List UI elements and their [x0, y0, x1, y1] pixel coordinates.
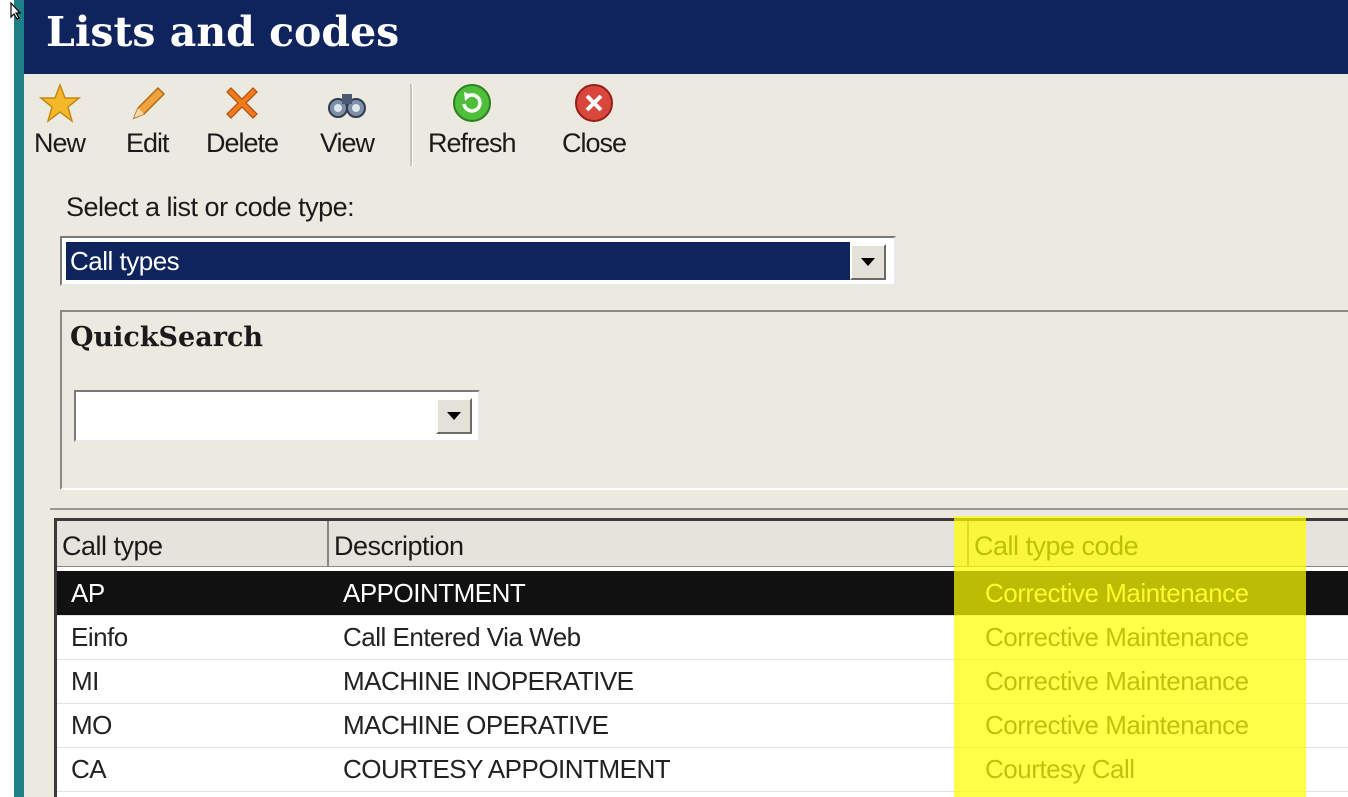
call-type-code-cell: Corrective Maintenance — [985, 666, 1249, 696]
toolbar: New Edit Delete View Refresh Close — [24, 74, 1348, 174]
call-type-cell: Einfo — [71, 622, 128, 652]
description-cell: Call Entered Via Web — [343, 622, 581, 652]
quicksearch-panel: QuickSearch — [60, 310, 1348, 490]
description-cell: APPOINTMENT — [343, 578, 526, 608]
star-icon — [38, 82, 81, 123]
mouse-cursor-icon — [10, 2, 22, 20]
call-type-code-cell: Corrective Maintenance — [985, 578, 1249, 608]
desktop-edge — [0, 0, 14, 797]
view-label: View — [320, 128, 375, 158]
edit-label: Edit — [126, 128, 170, 158]
column-header-call-type[interactable]: Call type — [57, 521, 329, 567]
close-button[interactable]: Close — [562, 82, 627, 170]
list-type-dropdown[interactable]: Call types — [60, 236, 896, 286]
table-row[interactable]: MI MACHINE INOPERATIVE Corrective Mainte… — [57, 659, 1348, 704]
close-label: Close — [562, 128, 627, 158]
call-type-cell: CA — [71, 754, 107, 784]
call-types-grid: Call type Description Call type code AP … — [54, 518, 1348, 797]
new-button[interactable]: New — [34, 82, 86, 170]
binoculars-icon — [328, 94, 367, 118]
refresh-button[interactable]: Refresh — [428, 82, 517, 170]
quicksearch-dropdown-button[interactable] — [436, 398, 472, 434]
table-row[interactable]: Einfo Call Entered Via Web Corrective Ma… — [57, 615, 1348, 660]
table-row[interactable]: CA COURTESY APPOINTMENT Courtesy Call — [57, 747, 1348, 792]
table-row[interactable]: AP APPOINTMENT Corrective Maintenance — [57, 571, 1348, 616]
column-header-description[interactable]: Description — [329, 521, 969, 567]
window-side-strip — [14, 0, 24, 797]
column-header-call-type-code[interactable]: Call type code — [969, 521, 1348, 567]
refresh-icon — [452, 84, 491, 122]
table-row[interactable]: MO MACHINE OPERATIVE Corrective Maintena… — [57, 703, 1348, 748]
list-type-label: Select a list or code type: — [66, 192, 355, 222]
window-title: Lists and codes — [46, 8, 400, 56]
list-type-value: Call types — [66, 242, 850, 280]
chevron-down-icon — [447, 412, 461, 420]
quicksearch-input[interactable] — [74, 390, 480, 442]
x-icon — [226, 87, 258, 119]
toolbar-separator — [410, 84, 413, 166]
view-button[interactable]: View — [320, 82, 375, 170]
grid-frame — [50, 508, 1348, 516]
title-bar[interactable]: Lists and codes — [24, 0, 1348, 74]
list-type-dropdown-button[interactable] — [850, 244, 886, 280]
refresh-label: Refresh — [428, 128, 517, 158]
call-type-code-cell: Corrective Maintenance — [985, 622, 1249, 652]
delete-button[interactable]: Delete — [206, 82, 279, 170]
call-type-cell: MI — [71, 666, 99, 696]
chevron-down-icon — [861, 258, 875, 266]
pencil-icon — [132, 86, 166, 120]
close-circle-icon — [575, 84, 614, 122]
call-type-code-cell: Corrective Maintenance — [985, 710, 1249, 740]
quicksearch-title: QuickSearch — [70, 322, 264, 353]
call-type-cell: AP — [71, 578, 105, 608]
edit-button[interactable]: Edit — [126, 82, 170, 170]
delete-label: Delete — [206, 128, 279, 158]
lists-and-codes-window: Lists and codes New Edit Delete View Ref… — [24, 0, 1348, 797]
new-label: New — [34, 128, 86, 158]
description-cell: MACHINE INOPERATIVE — [343, 666, 634, 696]
call-type-cell: MO — [71, 710, 112, 740]
description-cell: MACHINE OPERATIVE — [343, 710, 609, 740]
description-cell: COURTESY APPOINTMENT — [343, 754, 671, 784]
call-type-code-cell: Courtesy Call — [985, 754, 1135, 784]
